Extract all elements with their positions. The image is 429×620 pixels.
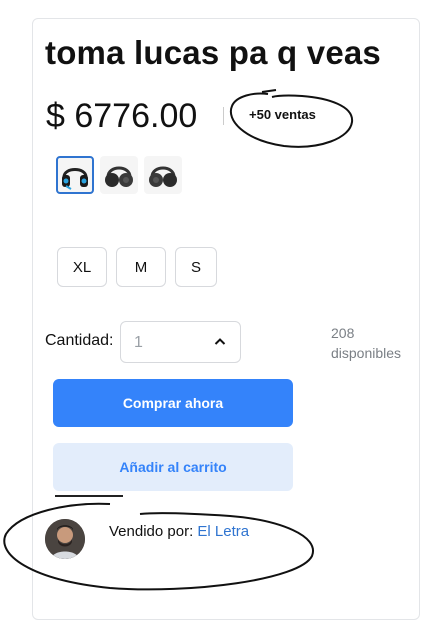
- headphones-black-icon: [149, 166, 177, 187]
- seller-link[interactable]: El Letra: [197, 523, 249, 540]
- headphones-black-icon: [105, 166, 133, 187]
- size-selector: XL M S: [57, 247, 217, 287]
- seller-avatar[interactable]: [45, 519, 85, 559]
- product-price: $ 6776.00: [46, 97, 198, 135]
- stock-label: disponibles: [331, 345, 402, 361]
- add-to-cart-button[interactable]: Añadir al carrito: [53, 443, 293, 491]
- scribble-line: [55, 495, 123, 497]
- headset-blue-icon: [62, 168, 88, 190]
- chevron-up-icon: [214, 338, 226, 345]
- thumbnail[interactable]: [100, 156, 138, 194]
- stock-count: 208: [331, 325, 355, 341]
- seller-info: Vendido por: El Letra: [109, 523, 249, 540]
- quantity-label: Cantidad:: [45, 332, 114, 349]
- sales-badge: +50 ventas: [249, 107, 316, 122]
- image-gallery: [56, 156, 182, 194]
- thumbnail[interactable]: [144, 156, 182, 194]
- price-divider: [223, 107, 224, 125]
- size-option-xl[interactable]: XL: [57, 247, 107, 287]
- thumbnail[interactable]: [56, 156, 94, 194]
- product-title: toma lucas pa q veas: [45, 34, 381, 71]
- buy-now-button[interactable]: Comprar ahora: [53, 379, 293, 427]
- quantity-value: 1: [134, 334, 143, 351]
- quantity-select[interactable]: 1: [120, 321, 241, 363]
- seller-prefix: Vendido por:: [109, 523, 194, 540]
- stock-info: 208 disponibles: [331, 323, 401, 363]
- size-option-s[interactable]: S: [175, 247, 217, 287]
- person-icon: [45, 519, 85, 559]
- size-option-m[interactable]: M: [116, 247, 166, 287]
